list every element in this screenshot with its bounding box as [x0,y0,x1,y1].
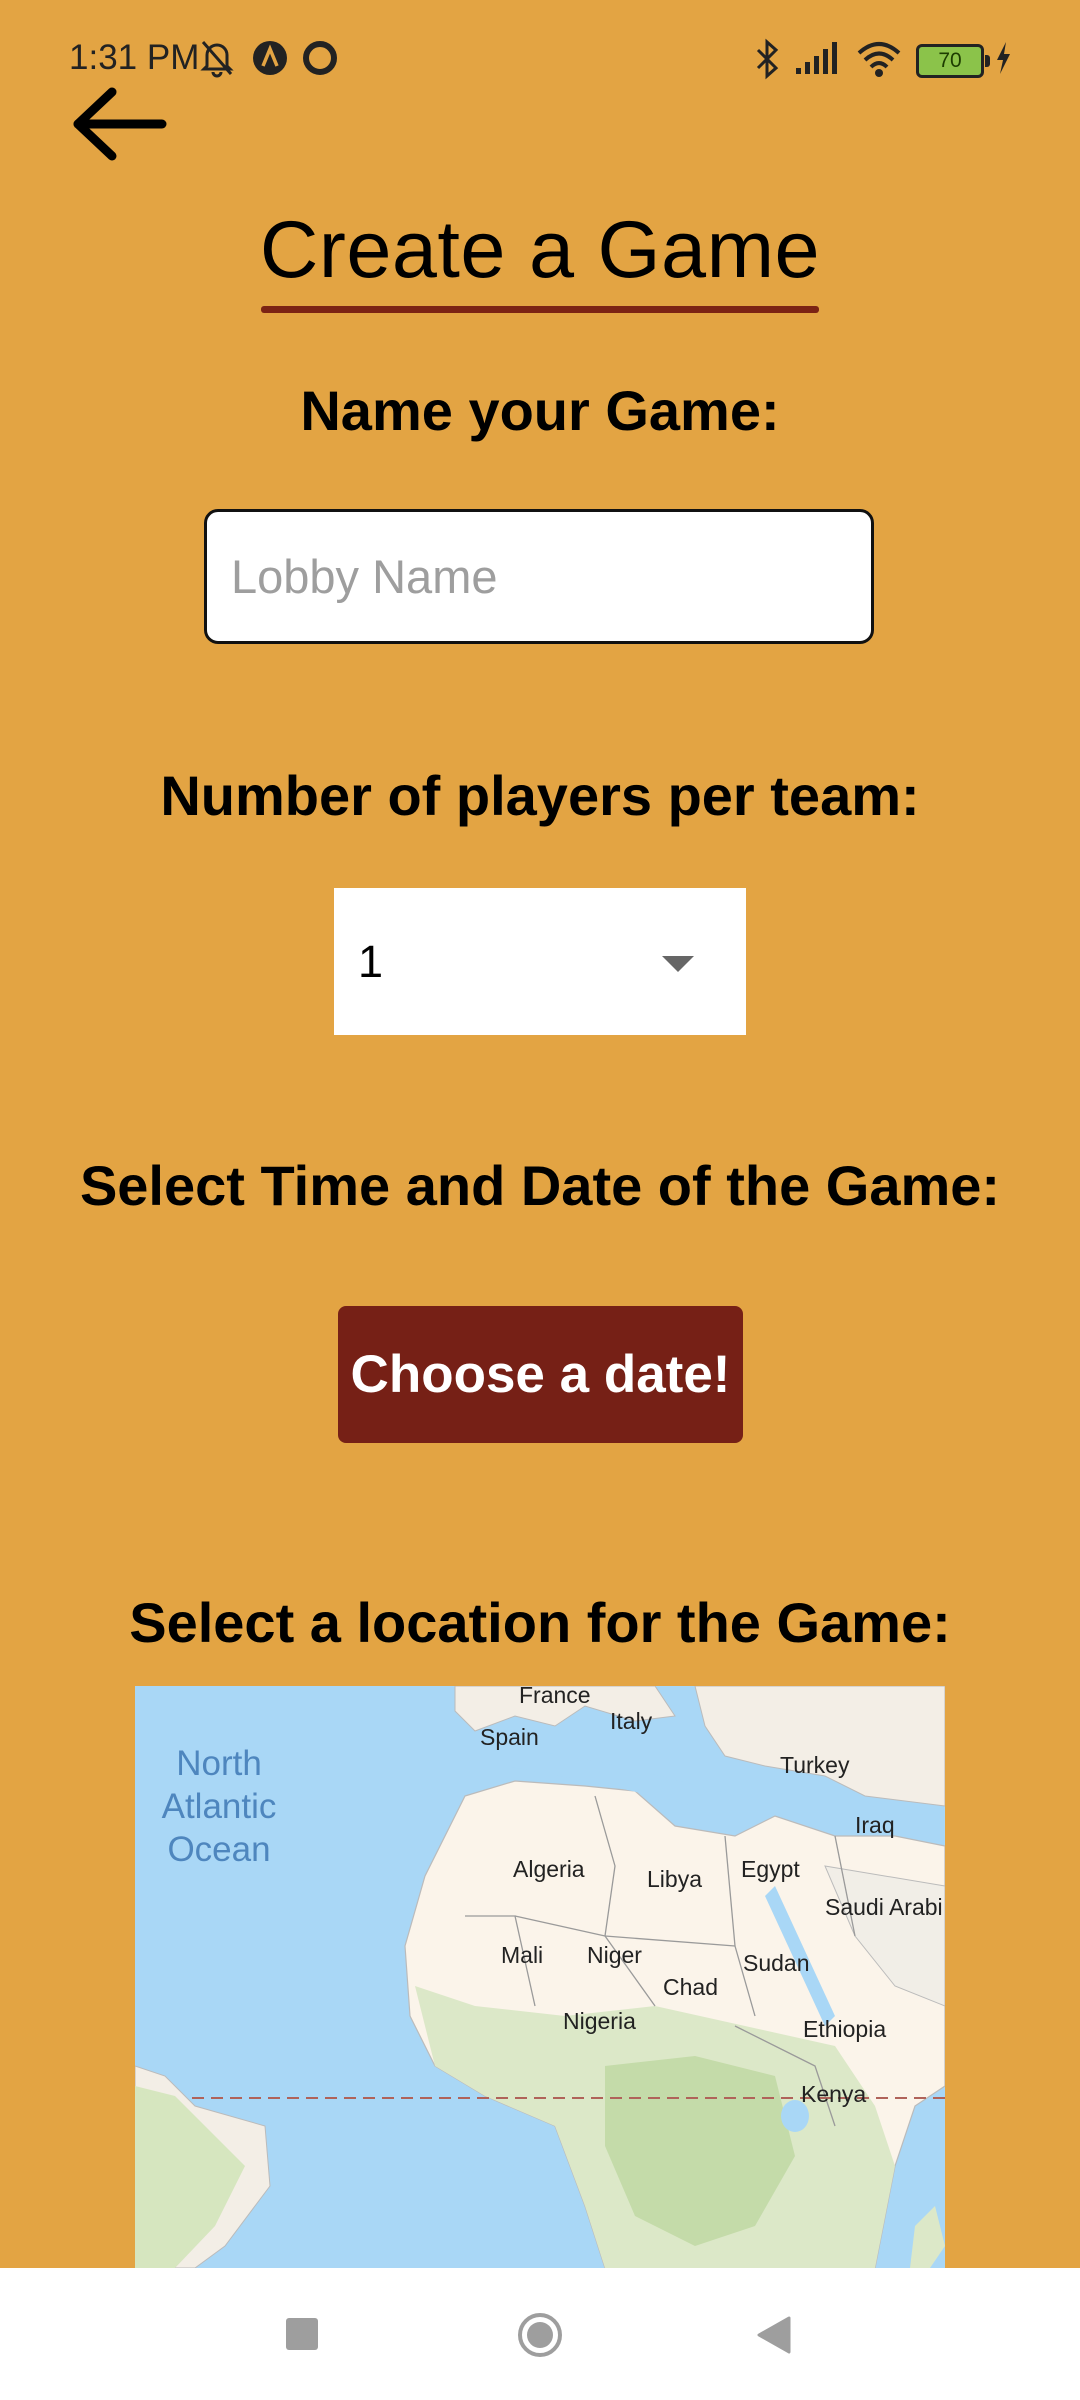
charging-icon [997,42,1010,74]
lobby-name-input[interactable] [204,509,874,644]
system-nav-bar [0,2268,1080,2400]
bluetooth-icon [756,38,779,80]
map-label-italy: Italy [610,1708,653,1734]
title-underline [261,306,819,313]
battery-icon: 70 [916,44,990,78]
map-label-saudi-arabia: Saudi Arabi [825,1894,943,1920]
choose-date-button[interactable]: Choose a date! [338,1306,743,1443]
back-triangle-icon[interactable] [757,2316,791,2354]
location-label: Select a location for the Game: [129,1591,951,1654]
map-label-spain: Spain [480,1724,539,1750]
map-label-iraq: Iraq [855,1812,895,1838]
bell-off-icon [200,41,234,78]
game-name-label: Name your Game: [300,379,780,442]
map-label-sudan: Sudan [743,1950,810,1976]
map-label-turkey: Turkey [780,1752,850,1778]
map-label-mali: Mali [501,1942,544,1968]
battery-level: 70 [938,49,962,72]
map-label-niger: Niger [587,1942,642,1968]
signal-icon [796,42,837,74]
home-circle-icon[interactable] [516,2311,564,2359]
map-label-ethiopia: Ethiopia [803,2016,887,2042]
status-time: 1:31 PM [69,38,200,77]
map-label-egypt: Egypt [741,1856,800,1882]
map-label-france: France [519,1686,591,1708]
players-selected-value: 1 [358,936,384,987]
recents-square-icon[interactable] [286,2318,318,2350]
circle-icon [303,41,337,75]
map-label-libya: Libya [647,1866,702,1892]
map-label-nigeria: Nigeria [563,2008,636,2034]
location-map[interactable]: North Atlantic Ocean France Spain Italy … [135,1686,945,2268]
date-time-label: Select Time and Date of the Game: [79,1154,1001,1217]
a-circle-icon [253,41,287,75]
map-label-chad: Chad [663,1974,718,2000]
page-title: Create a Game [259,205,821,295]
arrow-left-icon [73,87,167,161]
ocean-label: North Atlantic Ocean [161,1744,277,1869]
back-button[interactable] [68,82,168,166]
map-label-algeria: Algeria [513,1856,585,1882]
chevron-down-icon[interactable] [662,956,694,972]
players-per-team-label: Number of players per team: [160,764,920,827]
wifi-icon [857,42,901,77]
map-label-kenya: Kenya [801,2081,867,2107]
